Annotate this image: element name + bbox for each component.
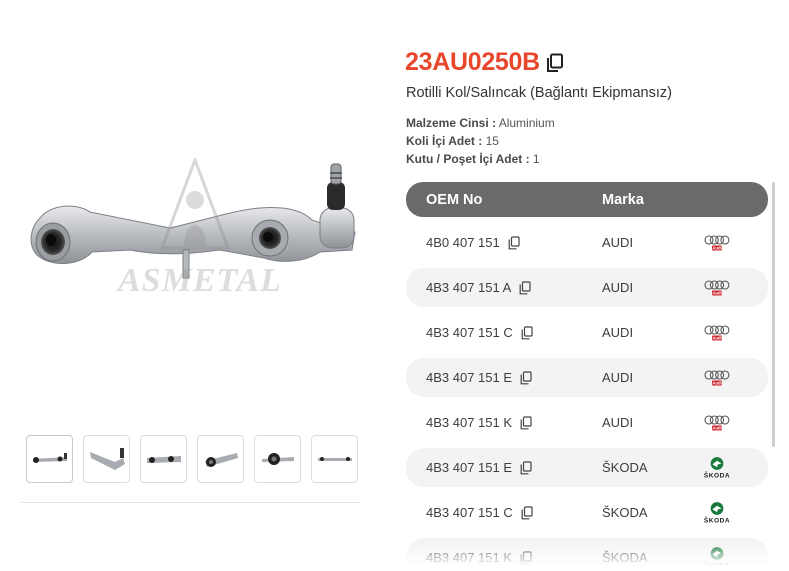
copy-icon[interactable] — [508, 235, 520, 250]
brand-cell: ŠKODA — [602, 505, 648, 520]
spec-value: 15 — [485, 134, 499, 148]
svg-text:ŠKODA: ŠKODA — [704, 470, 730, 479]
copy-icon[interactable] — [520, 370, 532, 385]
spec-box-qty: Koli İçi Adet : 15 — [406, 134, 499, 148]
oem-code-cell: 4B3 407 151 K — [426, 415, 602, 430]
oem-code: 4B3 407 151 C — [426, 505, 513, 520]
scrollbar[interactable] — [772, 182, 775, 447]
table-row: 4B3 407 151 E AUDI Audi — [406, 358, 768, 397]
oem-code-cell: 4B0 407 151 — [426, 235, 602, 250]
spec-pack-qty: Kutu / Poşet İçi Adet : 1 — [406, 152, 540, 166]
copy-icon[interactable] — [520, 460, 532, 475]
audi-logo-icon: Audi — [704, 234, 730, 250]
brand-logo: Audi — [697, 369, 737, 387]
table-row: 4B3 407 151 C ŠKODA ŠKODA — [406, 493, 768, 532]
svg-text:Audi: Audi — [712, 245, 722, 250]
copy-icon[interactable] — [521, 325, 533, 340]
oem-code: 4B3 407 151 E — [426, 460, 513, 475]
brand-logo: ŠKODA — [697, 500, 737, 526]
spec-key: Koli İçi Adet : — [406, 134, 483, 148]
brand-cell: AUDI — [602, 415, 634, 430]
oem-code: 4B3 407 151 A — [426, 280, 512, 295]
svg-text:Audi: Audi — [712, 335, 722, 340]
oem-code: 4B3 407 151 K — [426, 415, 513, 430]
table-row: 4B3 407 151 K AUDI Audi — [406, 403, 768, 442]
audi-logo-icon: Audi — [704, 279, 730, 295]
table-row: 4B3 407 151 E ŠKODA ŠKODA — [406, 448, 768, 487]
thumbnail-3[interactable] — [140, 435, 187, 483]
spec-value: 1 — [532, 152, 540, 166]
copy-icon[interactable] — [521, 505, 533, 520]
thumbnail-strip — [26, 435, 358, 483]
thumbnail-6[interactable] — [311, 435, 358, 483]
oem-code: 4B3 407 151 C — [426, 325, 513, 340]
table-row: 4B3 407 151 C AUDI Audi — [406, 313, 768, 352]
table-row: 4B0 407 151 AUDI Audi — [406, 223, 768, 262]
brand-cell: AUDI — [602, 325, 634, 340]
table-row: 4B3 407 151 A AUDI Audi — [406, 268, 768, 307]
thumbnail-5[interactable] — [254, 435, 301, 483]
scroll-fade — [400, 540, 789, 571]
svg-text:Audi: Audi — [712, 380, 722, 385]
copy-icon[interactable] — [519, 280, 531, 295]
oem-code-cell: 4B3 407 151 C — [426, 325, 602, 340]
audi-logo-icon: Audi — [704, 369, 730, 385]
brand-logo: Audi — [697, 414, 737, 432]
asmetal-watermark: ASMETAL — [118, 262, 282, 299]
header-oem-no: OEM No — [426, 191, 483, 208]
brand-logo: Audi — [697, 324, 737, 342]
copy-icon[interactable] — [546, 53, 564, 73]
thumbnail-2[interactable] — [83, 435, 130, 483]
oem-table-header: OEM No Marka — [406, 182, 768, 217]
product-title: Rotilli Kol/Salıncak (Bağlantı Ekipmansı… — [406, 85, 672, 101]
asmetal-watermark-logo — [160, 158, 230, 250]
skoda-logo-icon: ŠKODA — [704, 456, 730, 479]
brand-logo: Audi — [697, 234, 737, 252]
oem-table: OEM No Marka 4B0 407 151 AUDI Audi 4B3 407 … — [406, 182, 768, 571]
divider — [20, 502, 360, 503]
brand-logo: ŠKODA — [697, 455, 737, 481]
brand-cell: AUDI — [602, 235, 634, 250]
oem-code: 4B3 407 151 E — [426, 370, 513, 385]
thumbnail-1[interactable] — [26, 435, 73, 483]
oem-table-body: 4B0 407 151 AUDI Audi 4B3 407 151 A AUDI Audi… — [406, 223, 768, 571]
oem-code: 4B0 407 151 — [426, 235, 500, 250]
svg-text:Audi: Audi — [712, 425, 722, 430]
copy-icon[interactable] — [520, 415, 532, 430]
svg-text:Audi: Audi — [712, 290, 722, 295]
brand-logo: Audi — [697, 279, 737, 297]
brand-cell: AUDI — [602, 370, 634, 385]
product-sku: 23AU0250B — [405, 48, 540, 76]
oem-code-cell: 4B3 407 151 E — [426, 370, 602, 385]
oem-code-cell: 4B3 407 151 C — [426, 505, 602, 520]
skoda-logo-icon: ŠKODA — [704, 501, 730, 524]
audi-logo-icon: Audi — [704, 324, 730, 340]
sku-row: 23AU0250B — [405, 48, 564, 77]
spec-value: Aluminium — [498, 116, 555, 130]
svg-text:ŠKODA: ŠKODA — [704, 515, 730, 524]
brand-cell: AUDI — [602, 280, 634, 295]
thumbnail-4[interactable] — [197, 435, 244, 483]
oem-code-cell: 4B3 407 151 E — [426, 460, 602, 475]
spec-key: Kutu / Poşet İçi Adet : — [406, 152, 530, 166]
spec-key: Malzeme Cinsi : — [406, 116, 497, 130]
spec-material: Malzeme Cinsi : Aluminium — [406, 116, 555, 130]
audi-logo-icon: Audi — [704, 414, 730, 430]
oem-code-cell: 4B3 407 151 A — [426, 280, 602, 295]
header-brand: Marka — [602, 191, 644, 208]
brand-cell: ŠKODA — [602, 460, 648, 475]
